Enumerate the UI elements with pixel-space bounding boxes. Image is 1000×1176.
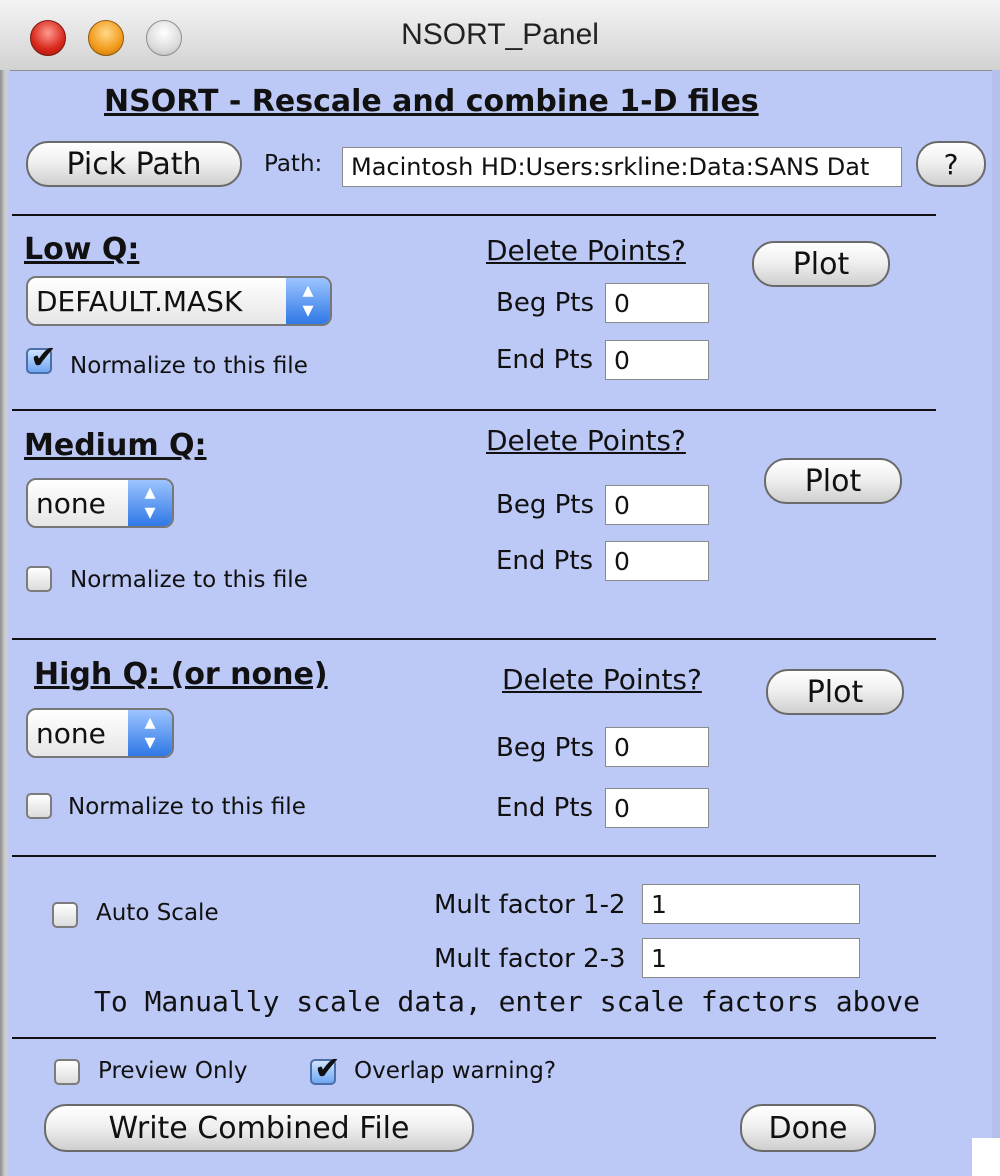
- pick-path-button[interactable]: Pick Path: [26, 141, 242, 187]
- manual-scale-hint: To Manually scale data, enter scale fact…: [94, 985, 921, 1018]
- separator: [12, 409, 936, 411]
- high-q-plot-button[interactable]: Plot: [766, 669, 904, 715]
- medium-q-beg-pts-label: Beg Pts: [496, 490, 595, 520]
- low-q-beg-pts-field[interactable]: 0: [605, 283, 709, 323]
- medium-q-file-value: none: [36, 486, 106, 520]
- resize-corner[interactable]: [972, 1138, 1000, 1176]
- auto-scale-checkbox[interactable]: [52, 902, 78, 928]
- write-combined-file-button[interactable]: Write Combined File: [44, 1104, 474, 1152]
- low-q-file-value: DEFAULT.MASK: [36, 284, 243, 318]
- medium-q-beg-pts-field[interactable]: 0: [605, 485, 709, 525]
- low-q-delete-points-label: Delete Points?: [486, 234, 686, 267]
- help-button[interactable]: ?: [916, 141, 986, 187]
- medium-q-delete-points-label: Delete Points?: [486, 424, 686, 457]
- low-q-plot-button[interactable]: Plot: [752, 241, 890, 287]
- medium-q-heading: Medium Q:: [24, 428, 207, 463]
- separator: [12, 1037, 936, 1039]
- updown-arrows-icon: ▴ ▾: [128, 480, 172, 526]
- updown-arrows-icon: ▴ ▾: [286, 278, 330, 324]
- medium-q-normalize-checkbox[interactable]: [26, 566, 52, 592]
- checkmark-icon: ✔: [30, 338, 57, 376]
- medium-q-file-popup[interactable]: none ▴ ▾: [26, 478, 174, 528]
- checkmark-icon: ✔: [314, 1049, 341, 1087]
- nsort-panel-window: NSORT_Panel NSORT - Rescale and combine …: [0, 0, 1000, 1176]
- path-label: Path:: [264, 151, 323, 177]
- mult-factor-2-3-label: Mult factor 2-3: [434, 944, 626, 974]
- low-q-file-popup[interactable]: DEFAULT.MASK ▴ ▾: [26, 276, 332, 326]
- low-q-heading: Low Q:: [24, 232, 140, 267]
- path-field[interactable]: Macintosh HD:Users:srkline:Data:SANS Dat: [342, 147, 902, 187]
- updown-arrows-icon: ▴ ▾: [128, 710, 172, 756]
- high-q-end-pts-label: End Pts: [496, 793, 594, 823]
- overlap-warning-checkbox[interactable]: ✔: [310, 1049, 341, 1087]
- separator: [12, 638, 936, 640]
- low-q-end-pts-label: End Pts: [496, 345, 594, 375]
- window-title: NSORT_Panel: [401, 18, 599, 51]
- high-q-file-value: none: [36, 716, 106, 750]
- low-q-normalize-checkbox[interactable]: ✔: [26, 338, 57, 376]
- mult-factor-2-3-field[interactable]: 1: [642, 938, 860, 978]
- high-q-normalize-checkbox[interactable]: [26, 793, 52, 819]
- low-q-end-pts-field[interactable]: 0: [605, 340, 709, 380]
- medium-q-end-pts-label: End Pts: [496, 546, 594, 576]
- high-q-delete-points-label: Delete Points?: [502, 663, 702, 696]
- high-q-heading: High Q: (or none): [34, 657, 328, 692]
- overlap-warning-label: Overlap warning?: [354, 1058, 557, 1084]
- high-q-beg-pts-label: Beg Pts: [496, 733, 595, 763]
- low-q-normalize-label: Normalize to this file: [70, 353, 308, 379]
- mult-factor-1-2-label: Mult factor 1-2: [434, 890, 626, 920]
- panel-title: NSORT - Rescale and combine 1-D files: [104, 84, 759, 119]
- separator: [12, 214, 936, 216]
- preview-only-label: Preview Only: [98, 1058, 248, 1084]
- high-q-normalize-label: Normalize to this file: [68, 794, 306, 820]
- separator: [12, 855, 936, 857]
- title-bar[interactable]: NSORT_Panel: [0, 0, 1000, 71]
- preview-only-checkbox[interactable]: [54, 1059, 80, 1085]
- high-q-end-pts-field[interactable]: 0: [605, 788, 709, 828]
- medium-q-end-pts-field[interactable]: 0: [605, 541, 709, 581]
- medium-q-normalize-label: Normalize to this file: [70, 567, 308, 593]
- auto-scale-label: Auto Scale: [96, 900, 219, 926]
- medium-q-plot-button[interactable]: Plot: [764, 458, 902, 504]
- mult-factor-1-2-field[interactable]: 1: [642, 884, 860, 924]
- window-left-edge: [0, 70, 10, 1176]
- high-q-beg-pts-field[interactable]: 0: [605, 727, 709, 767]
- done-button[interactable]: Done: [740, 1104, 876, 1152]
- low-q-beg-pts-label: Beg Pts: [496, 288, 595, 318]
- high-q-file-popup[interactable]: none ▴ ▾: [26, 708, 174, 758]
- window-right-edge: [992, 70, 1000, 1176]
